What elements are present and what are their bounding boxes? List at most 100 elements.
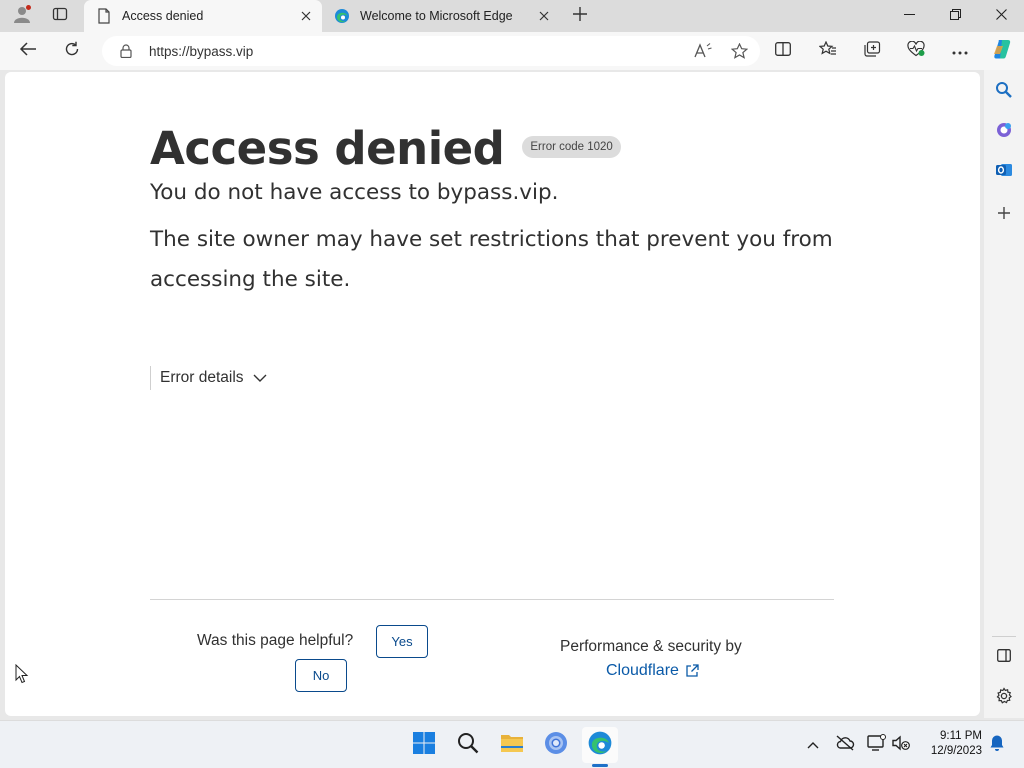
network-icon (867, 733, 887, 757)
gear-icon (995, 686, 1013, 710)
sidebar-search-button[interactable] (988, 76, 1020, 108)
tab-title: Welcome to Microsoft Edge (360, 9, 513, 23)
edge-icon (334, 8, 350, 24)
minimize-button[interactable] (886, 0, 932, 32)
taskbar-search-button[interactable] (450, 727, 486, 763)
chevron-up-icon (807, 736, 819, 754)
chevron-down-icon (252, 370, 268, 386)
copilot-button[interactable] (986, 36, 1018, 66)
hide-sidebar-button[interactable] (988, 642, 1020, 674)
sidebar-settings-button[interactable] (988, 682, 1020, 714)
new-tab-button[interactable] (566, 4, 594, 28)
cloudflare-link-label: Cloudflare (606, 662, 679, 679)
refresh-icon (64, 41, 80, 62)
windows-logo-icon (412, 731, 436, 760)
search-icon (995, 81, 1013, 104)
footer-divider (150, 599, 834, 600)
browser-essentials-button[interactable] (900, 36, 932, 66)
cloud-offline-icon (835, 734, 855, 756)
tab-title: Access denied (122, 9, 204, 23)
favorites-icon (818, 40, 837, 62)
clock-date: 12/9/2023 (930, 745, 982, 757)
sidebar-add-button[interactable] (988, 199, 1020, 231)
external-link-icon (685, 664, 699, 678)
feedback-yes-button[interactable]: Yes (376, 625, 428, 658)
cloudflare-link[interactable]: Cloudflare (606, 662, 699, 680)
outlook-icon (995, 161, 1013, 184)
search-icon (457, 732, 479, 759)
performance-security-text: Performance & security by (560, 638, 742, 655)
speaker-muted-icon (891, 734, 911, 756)
address-bar[interactable]: https://bypass.vip (102, 36, 760, 66)
browser-toolbar: https://bypass.vip (0, 32, 1024, 70)
feedback-no-button[interactable]: No (295, 659, 347, 692)
plus-icon (573, 6, 587, 26)
bell-icon (989, 734, 1005, 757)
file-explorer-button[interactable] (494, 727, 530, 763)
shapes-icon (995, 121, 1013, 144)
close-tab-icon[interactable] (534, 6, 554, 26)
plus-icon (997, 206, 1011, 225)
heart-pulse-icon (907, 40, 925, 62)
access-message: You do not have access to bypass.vip. (150, 180, 559, 205)
system-clock[interactable]: 9:11 PM 12/9/2023 (920, 729, 982, 759)
start-button[interactable] (406, 727, 442, 763)
close-icon (995, 7, 1007, 25)
restore-button[interactable] (932, 0, 978, 32)
sidebar-tools-button[interactable] (988, 116, 1020, 148)
copilot-icon (991, 38, 1013, 65)
onedrive-tray-button[interactable] (835, 734, 855, 756)
headline-row: Access denied Error code 1020 (150, 122, 621, 175)
minimize-icon (903, 7, 915, 25)
favorites-button[interactable] (812, 36, 844, 66)
chrome-icon (544, 731, 568, 760)
read-aloud-icon[interactable] (688, 38, 718, 64)
windows-taskbar: 9:11 PM 12/9/2023 (0, 720, 1024, 768)
collections-icon (863, 40, 881, 62)
show-hidden-icons-button[interactable] (803, 735, 823, 755)
chrome-taskbar-button[interactable] (538, 727, 574, 763)
tab-access-denied[interactable]: Access denied (84, 0, 322, 32)
sidebar-divider (992, 636, 1016, 637)
page-icon (96, 8, 112, 24)
profile-button[interactable] (8, 4, 36, 28)
collections-button[interactable] (856, 36, 888, 66)
tab-strip: Access denied Welcome to Microsoft Edge (0, 0, 1024, 32)
edge-taskbar-button[interactable] (582, 727, 618, 763)
edge-sidebar (984, 70, 1024, 718)
refresh-button[interactable] (56, 36, 88, 66)
sidebar-outlook-button[interactable] (988, 156, 1020, 188)
profile-icon (12, 4, 32, 29)
back-arrow-icon (19, 41, 37, 62)
error-details-label: Error details (160, 369, 244, 386)
tab-welcome-edge[interactable]: Welcome to Microsoft Edge (322, 0, 560, 32)
feedback-question: Was this page helpful? (197, 632, 354, 649)
error-details-toggle[interactable]: Error details (150, 366, 268, 390)
clock-time: 9:11 PM (940, 730, 982, 742)
settings-more-button[interactable] (944, 36, 976, 66)
error-code-badge: Error code 1020 (522, 135, 621, 158)
close-tab-icon[interactable] (296, 6, 316, 26)
vertical-tabs-icon (52, 6, 68, 27)
mouse-pointer-icon (15, 663, 29, 689)
url-text[interactable]: https://bypass.vip (149, 44, 688, 59)
network-tray-button[interactable] (867, 733, 887, 757)
edge-icon (587, 730, 613, 761)
page-title: Access denied (150, 122, 505, 175)
active-app-indicator (592, 764, 608, 767)
split-screen-icon (775, 41, 791, 61)
restriction-message: The site owner may have set restrictions… (150, 227, 833, 292)
sidebar-panel-icon (997, 649, 1011, 667)
folder-icon (500, 732, 524, 759)
vertical-tabs-button[interactable] (46, 4, 74, 28)
lock-icon[interactable] (118, 43, 134, 59)
restore-icon (949, 7, 961, 25)
split-screen-button[interactable] (767, 36, 799, 66)
notifications-button[interactable] (987, 735, 1007, 755)
back-button[interactable] (12, 36, 44, 66)
more-dots-icon (952, 42, 968, 60)
close-window-button[interactable] (978, 0, 1024, 32)
page-viewport: Access denied Error code 1020 You do not… (5, 72, 980, 716)
favorite-star-icon[interactable] (724, 38, 754, 64)
volume-tray-button[interactable] (891, 734, 911, 756)
